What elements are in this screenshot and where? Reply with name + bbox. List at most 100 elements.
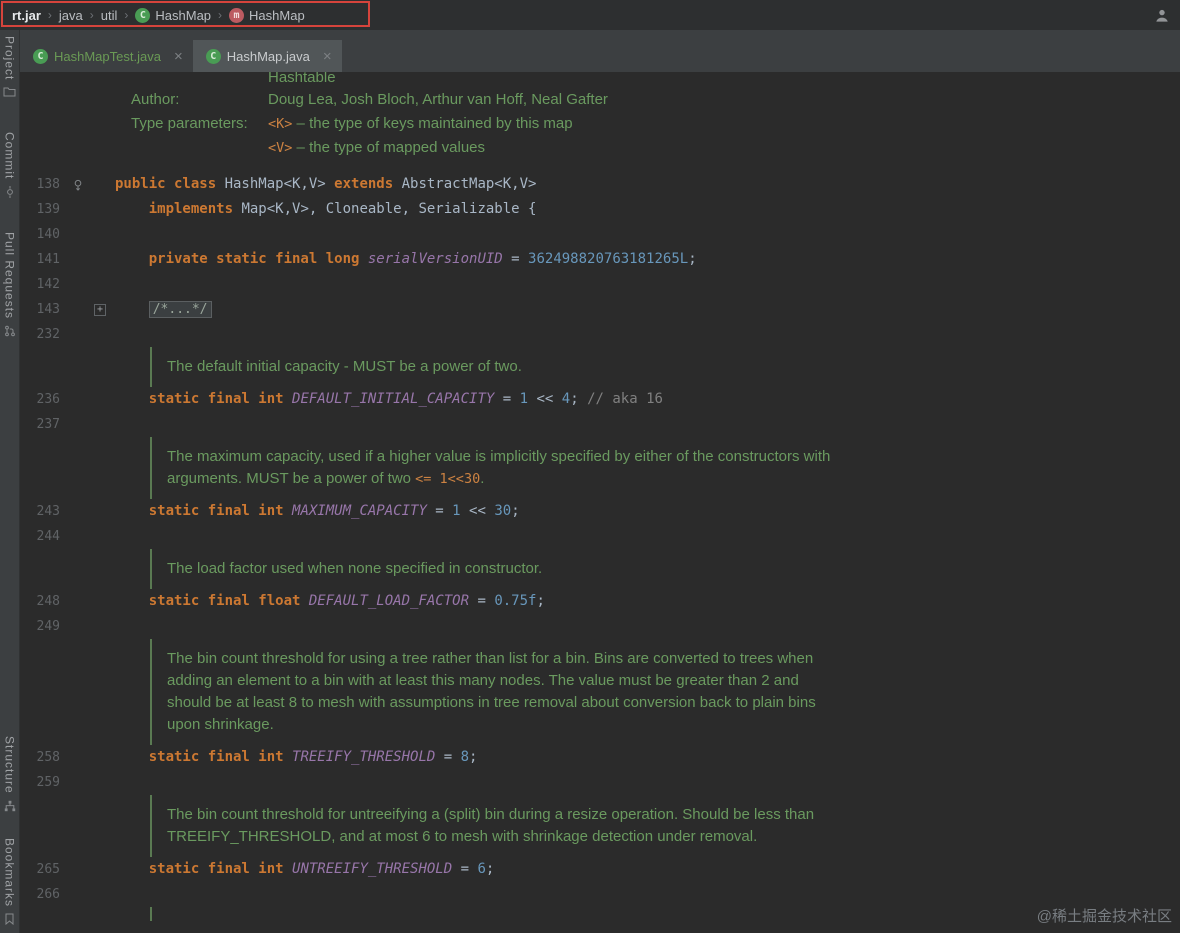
code-text[interactable]: public class HashMap<K,V> extends Abstra… <box>108 172 536 197</box>
gutter <box>20 347 108 387</box>
code-text[interactable] <box>108 882 115 907</box>
code-text[interactable]: static final int DEFAULT_INITIAL_CAPACIT… <box>108 387 663 412</box>
code-line[interactable]: 143 + /*...*/ <box>20 297 1180 322</box>
line-number[interactable]: 143 <box>20 297 68 322</box>
line-number[interactable]: 265 <box>20 857 68 882</box>
close-icon[interactable]: × <box>323 49 332 64</box>
sidebar-item-project[interactable]: Project <box>3 36 17 98</box>
code-text[interactable]: static final int UNTREEIFY_THRESHOLD = 6… <box>108 857 495 882</box>
gutter[interactable]: 266 <box>20 882 108 907</box>
code-line[interactable]: 138 public class HashMap<K,V> extends Abs… <box>20 172 1180 197</box>
editor[interactable]: Hashtable Author: Doug Lea, Josh Bloch, Ar… <box>20 72 1180 933</box>
sidebar-item-commit[interactable]: Commit <box>3 132 17 198</box>
line-number[interactable]: 243 <box>20 499 68 524</box>
rendered-doc-comment[interactable]: The maximum capacity, used if a higher v… <box>20 437 1180 499</box>
breadcrumb-item-hashmap[interactable]: C HashMap <box>131 7 215 24</box>
gutter[interactable]: 143 + <box>20 297 108 322</box>
code-text[interactable]: static final int MAXIMUM_CAPACITY = 1 <<… <box>108 499 520 524</box>
code-text[interactable] <box>108 272 115 297</box>
gutter[interactable]: 248 <box>20 589 108 614</box>
gutter[interactable]: 243 <box>20 499 108 524</box>
line-number[interactable]: 236 <box>20 387 68 412</box>
code-text[interactable] <box>108 322 115 347</box>
user-icon[interactable] <box>1154 8 1170 23</box>
rendered-doc-comment[interactable]: The default initial capacity - MUST be a… <box>20 347 1180 387</box>
line-number[interactable]: 266 <box>20 882 68 907</box>
code-text[interactable] <box>108 412 115 437</box>
code-text[interactable] <box>108 614 115 639</box>
code-line[interactable]: 236 static final int DEFAULT_INITIAL_CAP… <box>20 387 1180 412</box>
code-text[interactable] <box>108 770 115 795</box>
gutter[interactable]: 249 <box>20 614 108 639</box>
code-line[interactable]: 140 <box>20 222 1180 247</box>
line-number[interactable]: 258 <box>20 745 68 770</box>
code-line[interactable]: 141 private static final long serialVers… <box>20 247 1180 272</box>
gutter[interactable]: 140 <box>20 222 108 247</box>
code-line[interactable]: 249 <box>20 614 1180 639</box>
line-number[interactable]: 259 <box>20 770 68 795</box>
tab-label: HashMap.java <box>226 48 310 64</box>
sidebar-item-pull-requests[interactable]: Pull Requests <box>3 232 17 337</box>
code-line[interactable]: 266 <box>20 882 1180 907</box>
line-number[interactable]: 248 <box>20 589 68 614</box>
gutter[interactable]: 232 <box>20 322 108 347</box>
line-number[interactable]: 138 <box>20 172 68 197</box>
code-token: ; <box>469 749 478 765</box>
doc-link[interactable]: Hashtable <box>268 72 336 88</box>
code-token: serialVersionUID <box>367 251 503 267</box>
line-number[interactable]: 249 <box>20 614 68 639</box>
line-number[interactable]: 140 <box>20 222 68 247</box>
gutter[interactable]: 258 <box>20 745 108 770</box>
gutter[interactable]: 244 <box>20 524 108 549</box>
code-line[interactable]: 237 <box>20 412 1180 437</box>
breadcrumb-item-java[interactable]: java <box>55 7 87 24</box>
doc-comment-box: The load factor used when none specified… <box>150 549 1180 589</box>
code-text[interactable]: /*...*/ <box>108 297 212 322</box>
tab-hashmaptest-java[interactable]: C HashMapTest.java × <box>20 40 193 72</box>
code-text[interactable] <box>108 524 115 549</box>
sidebar-item-bookmarks[interactable]: Bookmarks <box>3 838 17 925</box>
gutter[interactable]: 141 <box>20 247 108 272</box>
code-line[interactable]: 142 <box>20 272 1180 297</box>
code-line[interactable]: 258 static final int TREEIFY_THRESHOLD =… <box>20 745 1180 770</box>
overridden-marker-icon[interactable] <box>72 179 84 191</box>
doc-comment-line: The bin count threshold for using a tree… <box>167 648 1180 670</box>
code-line[interactable]: 265 static final int UNTREEIFY_THRESHOLD… <box>20 857 1180 882</box>
gutter[interactable]: 236 <box>20 387 108 412</box>
code-line[interactable]: 244 <box>20 524 1180 549</box>
code-line[interactable]: 232 <box>20 322 1180 347</box>
close-icon[interactable]: × <box>174 49 183 64</box>
code-text[interactable]: private static final long serialVersionU… <box>108 247 697 272</box>
gutter[interactable]: 142 <box>20 272 108 297</box>
gutter[interactable]: 237 <box>20 412 108 437</box>
rendered-doc-comment[interactable]: The bin count threshold for using a tree… <box>20 639 1180 745</box>
rendered-doc-comment[interactable]: The bin count threshold for untreeifying… <box>20 795 1180 857</box>
code-text[interactable] <box>108 222 115 247</box>
breadcrumb-item-hashmap[interactable]: m HashMap <box>225 7 309 24</box>
code-text[interactable]: static final float DEFAULT_LOAD_FACTOR =… <box>108 589 545 614</box>
line-number[interactable]: 142 <box>20 272 68 297</box>
code-line[interactable]: 259 <box>20 770 1180 795</box>
tab-hashmap-java[interactable]: C HashMap.java × <box>192 40 342 72</box>
line-number[interactable]: 237 <box>20 412 68 437</box>
code-text[interactable]: implements Map<K,V>, Cloneable, Serializ… <box>108 197 537 222</box>
code-token: 8 <box>460 749 470 765</box>
fold-plus-icon[interactable]: + <box>94 303 106 316</box>
line-number[interactable]: 139 <box>20 197 68 222</box>
code-line[interactable]: 139 implements Map<K,V>, Cloneable, Seri… <box>20 197 1180 222</box>
gutter[interactable]: 139 <box>20 197 108 222</box>
breadcrumb-item-util[interactable]: util <box>97 7 122 24</box>
code-token: << <box>528 391 562 407</box>
gutter[interactable]: 259 <box>20 770 108 795</box>
code-text[interactable]: static final int TREEIFY_THRESHOLD = 8; <box>108 745 478 770</box>
sidebar-item-structure[interactable]: Structure <box>3 736 17 812</box>
line-number[interactable]: 141 <box>20 247 68 272</box>
gutter[interactable]: 138 <box>20 172 108 197</box>
code-line[interactable]: 243 static final int MAXIMUM_CAPACITY = … <box>20 499 1180 524</box>
gutter[interactable]: 265 <box>20 857 108 882</box>
rendered-doc-comment[interactable]: The load factor used when none specified… <box>20 549 1180 589</box>
line-number[interactable]: 244 <box>20 524 68 549</box>
code-line[interactable]: 248 static final float DEFAULT_LOAD_FACT… <box>20 589 1180 614</box>
breadcrumb-item-rt-jar[interactable]: rt.jar <box>8 7 45 24</box>
line-number[interactable]: 232 <box>20 322 68 347</box>
